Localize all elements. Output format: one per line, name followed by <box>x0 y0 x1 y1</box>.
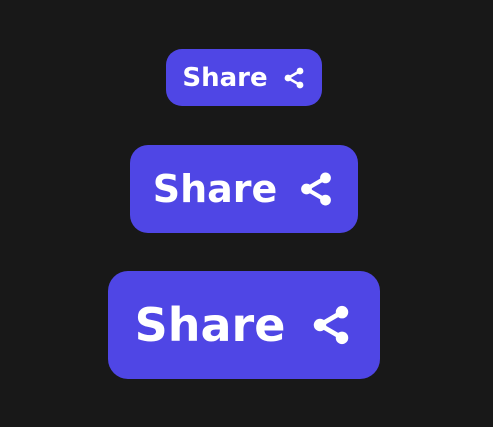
share-button-label: Share <box>134 298 286 352</box>
share-icon <box>297 170 335 208</box>
share-button-small[interactable]: Share <box>166 49 322 106</box>
share-button-large[interactable]: Share <box>108 271 380 379</box>
share-button-medium[interactable]: Share <box>130 145 358 233</box>
share-icon <box>309 303 353 347</box>
share-button-label: Share <box>182 62 268 93</box>
share-icon <box>282 66 306 90</box>
share-button-label: Share <box>152 167 278 211</box>
